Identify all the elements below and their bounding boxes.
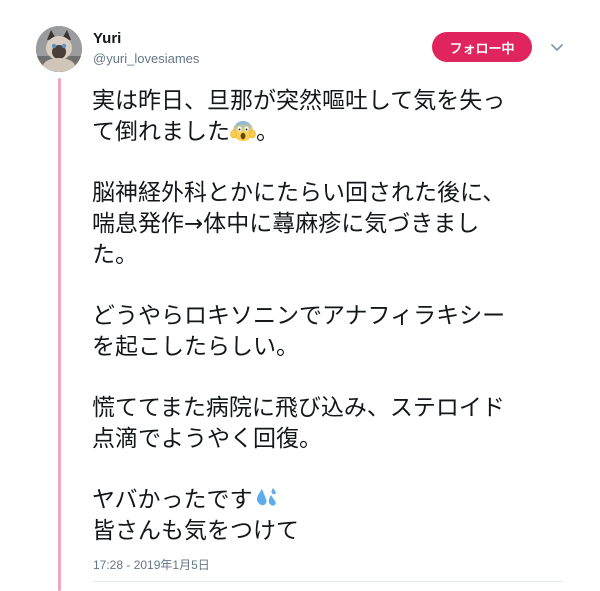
tweet-line: 実は昨日、旦那が突然嘔吐して気を失っ	[92, 88, 506, 114]
tweet-line: 慌ててまた病院に飛び込み、ステロイド	[92, 395, 505, 421]
tweet-paragraph: どうやらロキソニンでアナフィラキシー を起こしたらしい。	[92, 301, 582, 363]
tweet-paragraph: ヤバかったです 皆さんも気をつけて	[92, 485, 582, 547]
divider	[93, 581, 563, 582]
tweet-line: て倒れました 。	[92, 117, 582, 148]
tweet-line-text: て倒れました	[92, 119, 230, 145]
tweet-line: 喘息発作→体中に蕁麻疹に気づきまし	[92, 211, 480, 237]
siamese-cat-avatar-icon	[36, 26, 82, 72]
tweet-timestamp[interactable]: 17:28 - 2019年1月5日	[93, 556, 210, 573]
avatar[interactable]	[36, 26, 82, 72]
tweet-paragraph: 実は昨日、旦那が突然嘔吐して気を失っ て倒れました 。	[92, 86, 582, 148]
tweet-line: を起こしたらしい。	[92, 334, 299, 360]
user-handle[interactable]: @yuri_lovesiames	[93, 51, 199, 66]
thread-connector-line	[58, 78, 61, 591]
sweat-droplets-icon	[256, 488, 276, 506]
tweet-paragraph: 脳神経外科とかにたらい回された後に、 喘息発作→体中に蕁麻疹に気づきまし た。	[92, 178, 582, 271]
tweet-line: 皆さんも気をつけて	[92, 518, 299, 544]
display-name[interactable]: Yuri	[93, 30, 121, 47]
tweet-line-text: ヤバかったです	[92, 487, 253, 513]
following-button[interactable]: フォロー中	[432, 32, 532, 62]
tweet-line: 点滴でようやく回復。	[92, 426, 322, 452]
face-screaming-in-fear-icon	[230, 121, 256, 141]
chevron-down-icon[interactable]	[548, 38, 566, 56]
tweet-line: た。	[92, 242, 138, 268]
tweet-line: どうやらロキソニンでアナフィラキシー	[92, 303, 506, 329]
tweet-line: 脳神経外科とかにたらい回された後に、	[92, 180, 506, 206]
tweet-paragraph: 慌ててまた病院に飛び込み、ステロイド 点滴でようやく回復。	[92, 393, 582, 455]
tweet-line-text: 。	[256, 119, 279, 145]
tweet-line: ヤバかったです	[92, 485, 582, 516]
tweet-text: 実は昨日、旦那が突然嘔吐して気を失っ て倒れました 。 脳神経外科とかにたらい回…	[92, 86, 582, 547]
